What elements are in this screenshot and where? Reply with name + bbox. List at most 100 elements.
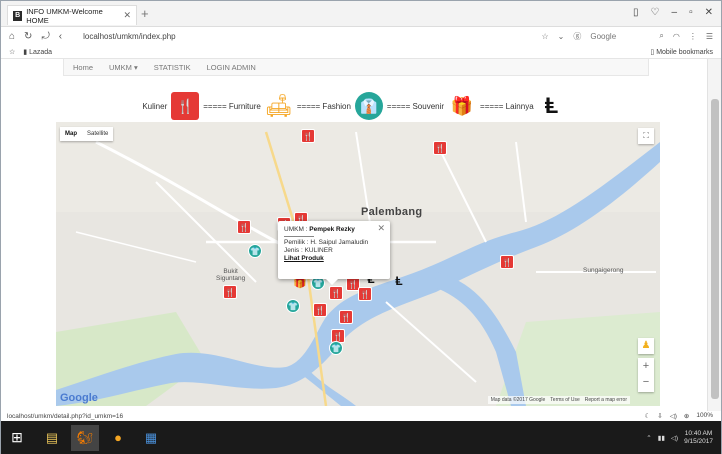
place-label-bukit: Bukit Siguntang — [216, 268, 246, 282]
tab-title: INFO UMKM-Welcome HOME — [26, 6, 103, 25]
bookmarks-bar: ☆ ▮ Lazada ▯ Mobile bookmarks — [1, 45, 721, 59]
maximize-icon[interactable]: ▫ — [689, 7, 693, 18]
gift-icon: 🎁 — [450, 95, 474, 116]
mobile-bookmarks[interactable]: ▯ Mobile bookmarks — [650, 48, 713, 56]
lainnya-marker[interactable]: Ⱡ — [392, 274, 406, 288]
uc-browser-icon[interactable]: 🐿 — [71, 424, 99, 451]
search-engine-icon[interactable]: ⓖ — [573, 31, 581, 42]
kuliner-marker[interactable]: 🍴 — [301, 129, 315, 143]
kuliner-marker[interactable]: 🍴 — [237, 220, 251, 234]
menu-icon[interactable]: ☰ — [706, 32, 713, 41]
kuliner-marker[interactable]: 🍴 — [313, 303, 327, 317]
terms-link[interactable]: Terms of Use — [550, 397, 579, 403]
kuliner-icon: 🍴 — [171, 92, 200, 120]
download-icon[interactable]: ⇩ — [657, 412, 662, 420]
browser-tab[interactable]: B INFO UMKM-Welcome HOME ✕ — [7, 5, 137, 25]
favicon-icon: B — [13, 10, 23, 21]
file-explorer-icon[interactable]: ▤ — [38, 425, 66, 451]
nav-umkm-dropdown[interactable]: UMKM ▾ — [109, 63, 138, 72]
kuliner-marker[interactable]: 🍴 — [329, 286, 343, 300]
kuliner-marker[interactable]: 🍴 — [223, 285, 237, 299]
kuliner-marker[interactable]: 🍴 — [339, 310, 353, 324]
map-type-satellite[interactable]: Satellite — [82, 127, 113, 141]
close-tab-icon[interactable]: ✕ — [123, 10, 131, 21]
xampp-icon[interactable]: ● — [104, 425, 132, 451]
windows-start-icon[interactable]: ⊞ — [1, 421, 33, 454]
zoom-in-icon[interactable]: + — [638, 358, 654, 374]
kuliner-marker[interactable]: 🍴 — [358, 287, 372, 301]
map-footer: Map data ©2017 Google Terms of Use Repor… — [487, 396, 630, 404]
legend-souvenir-label: ===== Souvenir — [386, 101, 445, 111]
url-field[interactable]: localhost/umkm/index.php — [83, 32, 532, 41]
nav-statistik[interactable]: STATISTIK — [154, 63, 191, 72]
sofa-icon: 🛋 — [264, 93, 293, 118]
kuliner-marker[interactable]: 🍴 — [500, 255, 514, 269]
status-url: localhost/umkm/detail.php?id_umkm=16 — [7, 412, 124, 420]
scrollbar-thumb[interactable] — [711, 99, 719, 399]
window-controls: ▯ ♡ – ▫ ✕ — [633, 7, 713, 18]
info-owner: Pemilik : H. Saipul Jamaludin — [284, 239, 369, 246]
clock-time: 10:40 AM — [684, 429, 713, 437]
zoom-control: + − — [638, 358, 654, 392]
info-title-prefix: UMKM : — [284, 226, 308, 233]
chevron-down-icon[interactable]: ⌄ — [558, 32, 565, 41]
legend-furniture-label: ===== Furniture — [203, 101, 261, 111]
legend-lainnya-label: ===== Lainnya — [480, 101, 534, 111]
word-icon[interactable]: ▦ — [137, 425, 165, 451]
fullscreen-icon[interactable]: ⛶ — [638, 128, 654, 144]
address-bar-row: ⌂ ↻ ⤾ ‹ localhost/umkm/index.php ☆ ⌄ ⓖ G… — [1, 27, 721, 45]
shield-icon[interactable]: ♡ — [651, 7, 660, 18]
info-type: Jenis : KULINER — [284, 247, 333, 254]
status-bar: localhost/umkm/detail.php?id_umkm=16 ☾ ⇩… — [1, 411, 721, 421]
search-icon[interactable]: ⌕ — [659, 31, 663, 41]
map-type-map[interactable]: Map — [60, 127, 82, 141]
reader-icon[interactable]: ▯ — [633, 7, 639, 18]
lainnya-icon: Ⱡ — [544, 93, 559, 118]
tray-volume-icon[interactable]: ◁) — [671, 434, 678, 442]
star-icon[interactable]: ☆ — [541, 32, 548, 41]
new-tab-icon[interactable]: + — [141, 6, 149, 21]
city-label: Palembang — [361, 206, 423, 218]
windows-taskbar: ⊞ ▤ 🐿 ● ▦ ⌃ ▮▮ ◁) 10:40 AM 9/15/2017 — [1, 421, 721, 454]
site-navbar: Home UMKM ▾ STATISTIK LOGIN ADMIN — [63, 59, 649, 76]
clock-date: 9/15/2017 — [684, 437, 713, 445]
nav-home[interactable]: Home — [73, 63, 93, 72]
pegman-icon[interactable]: ♟ — [638, 338, 654, 354]
system-tray: ⌃ ▮▮ ◁) 10:40 AM 9/15/2017 — [646, 430, 721, 446]
bookmark-star-icon[interactable]: ☆ — [9, 48, 15, 56]
kuliner-marker[interactable]: 🍴 — [433, 141, 447, 155]
info-divider — [284, 236, 314, 237]
fashion-marker[interactable]: 👕 — [248, 244, 262, 258]
fashion-marker[interactable]: 👕 — [286, 299, 300, 313]
sound-icon[interactable]: ◁) — [670, 412, 677, 420]
fashion-marker[interactable]: 👕 — [329, 341, 343, 355]
more-icon[interactable]: ⋮ — [689, 32, 697, 41]
google-map[interactable]: Map Satellite ⛶ Palembang Bukit Siguntan… — [56, 122, 660, 406]
wifi-icon[interactable]: ◠ — [673, 32, 680, 41]
map-type-control: Map Satellite — [60, 127, 114, 141]
nav-login-admin[interactable]: LOGIN ADMIN — [207, 63, 256, 72]
search-engine-field[interactable]: Google — [590, 32, 650, 41]
back-icon[interactable]: ‹ — [59, 31, 62, 42]
info-close-icon[interactable]: ✕ — [377, 224, 385, 233]
history-icon[interactable]: ⤾ — [41, 31, 49, 42]
report-error-link[interactable]: Report a map error — [585, 397, 627, 403]
home-icon[interactable]: ⌂ — [9, 31, 15, 42]
map-data-attribution: Map data ©2017 Google — [490, 397, 546, 403]
clock[interactable]: 10:40 AM 9/15/2017 — [684, 430, 713, 446]
info-title-name: Pempek Rezky — [309, 226, 355, 233]
night-mode-icon[interactable]: ☾ — [644, 412, 650, 420]
zoom-level[interactable]: 100% — [696, 412, 713, 420]
reload-icon[interactable]: ↻ — [24, 31, 32, 42]
minimize-icon[interactable]: – — [672, 7, 678, 18]
page-scrollbar[interactable] — [707, 59, 721, 411]
google-logo: Google — [60, 392, 98, 404]
tray-network-icon[interactable]: ▮▮ — [658, 434, 665, 442]
category-legend: Kuliner 🍴 ===== Furniture 🛋 ===== Fashio… — [1, 91, 707, 121]
close-window-icon[interactable]: ✕ — [705, 7, 713, 18]
bookmark-lazada[interactable]: ▮ Lazada — [23, 48, 52, 56]
zoom-icon[interactable]: ⊕ — [684, 412, 689, 420]
tray-up-icon[interactable]: ⌃ — [646, 434, 651, 442]
lihat-produk-link[interactable]: Lihat Produk — [284, 255, 384, 263]
zoom-out-icon[interactable]: − — [638, 374, 654, 390]
